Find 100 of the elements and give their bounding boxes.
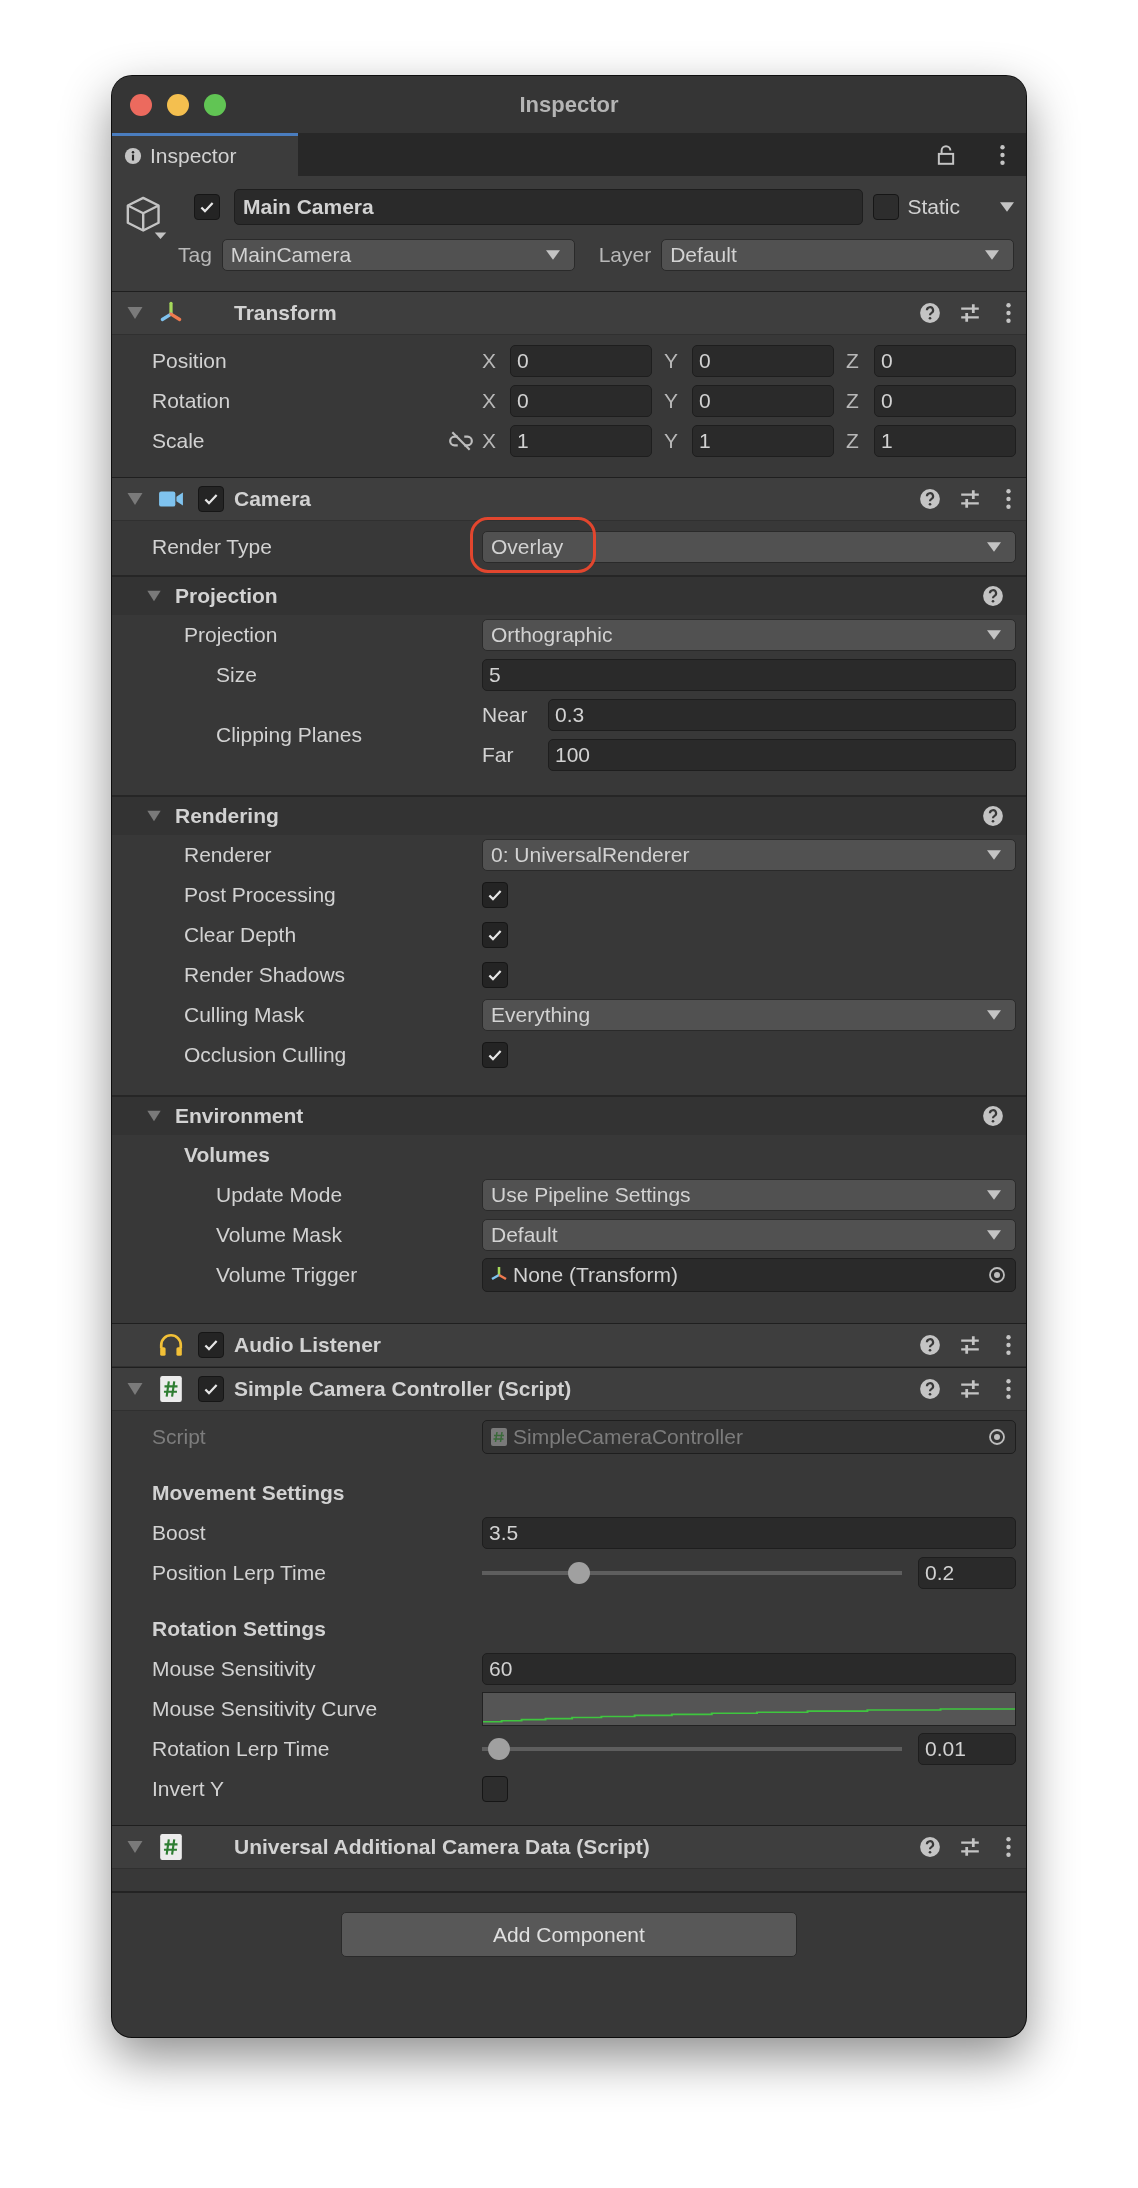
dropdown[interactable]: Everything — [482, 999, 1016, 1031]
help-icon[interactable] — [919, 302, 941, 324]
number-field[interactable]: 1 — [510, 425, 652, 457]
property-label: Near — [482, 703, 529, 727]
object-picker-icon[interactable] — [987, 1265, 1007, 1285]
foldout-arrow-icon[interactable] — [146, 1108, 162, 1124]
number-field[interactable]: 0.01 — [918, 1733, 1016, 1765]
tag-dropdown[interactable]: MainCamera — [221, 239, 575, 271]
caret-icon — [545, 250, 560, 260]
axis-label: Y — [664, 349, 679, 373]
checkbox[interactable] — [482, 1042, 508, 1068]
section-title[interactable]: Projection — [175, 584, 278, 608]
checkbox[interactable] — [482, 922, 508, 948]
property-label: Position Lerp Time — [152, 1561, 326, 1585]
number-field[interactable]: 0 — [692, 385, 834, 417]
foldout-arrow-icon[interactable] — [146, 808, 162, 824]
minimize-button[interactable] — [167, 94, 189, 116]
lock-icon[interactable] — [935, 143, 957, 166]
static-checkbox[interactable] — [873, 194, 900, 220]
number-field[interactable]: 5 — [482, 659, 1016, 691]
object-field[interactable]: None (Transform) — [482, 1258, 1016, 1292]
help-icon[interactable] — [982, 805, 1004, 827]
component-header[interactable]: Audio Listener — [112, 1323, 1026, 1367]
number-field[interactable]: 1 — [692, 425, 834, 457]
group-heading: Movement Settings — [151, 1481, 345, 1505]
checkbox[interactable] — [482, 882, 508, 908]
axis-label: Z — [846, 389, 860, 413]
property-label: Culling Mask — [184, 1003, 305, 1027]
enable-checkbox[interactable] — [198, 486, 224, 512]
property-label: Clipping Planes — [216, 723, 362, 747]
group-heading: Volumes — [183, 1143, 270, 1167]
help-icon[interactable] — [982, 1105, 1004, 1127]
property-label: Size — [216, 663, 257, 687]
number-field[interactable]: 0 — [510, 345, 652, 377]
component-header[interactable]: Camera — [112, 477, 1026, 521]
more-options-icon[interactable] — [1005, 1378, 1012, 1400]
caret-icon — [987, 1190, 1001, 1200]
more-options-icon[interactable] — [1005, 488, 1012, 510]
more-options-icon[interactable] — [1005, 1334, 1012, 1356]
group-heading: Rotation Settings — [151, 1617, 326, 1641]
name-field[interactable]: Main Camera — [234, 189, 864, 225]
property-label: Invert Y — [152, 1777, 224, 1801]
active-checkbox[interactable] — [194, 194, 220, 220]
presets-icon[interactable] — [959, 488, 981, 510]
broken-chain-icon[interactable] — [448, 430, 474, 452]
presets-icon[interactable] — [959, 302, 981, 324]
component-header[interactable]: Universal Additional Camera Data (Script) — [112, 1825, 1026, 1869]
property-label: Rotation Lerp Time — [152, 1737, 330, 1761]
slider-thumb[interactable] — [488, 1738, 511, 1760]
presets-icon[interactable] — [959, 1334, 981, 1356]
axis-label: Y — [664, 429, 679, 453]
caret-icon — [987, 850, 1001, 860]
component-header[interactable]: Simple Camera Controller (Script) — [112, 1367, 1026, 1411]
caret-icon — [987, 542, 1001, 552]
add-component-button[interactable]: Add Component — [341, 1912, 797, 1957]
help-icon[interactable] — [919, 1334, 941, 1356]
presets-icon[interactable] — [959, 1836, 981, 1858]
dropdown[interactable]: 0: UniversalRenderer — [482, 839, 1016, 871]
number-field[interactable]: 3.5 — [482, 1517, 1016, 1549]
slider-thumb[interactable] — [568, 1562, 591, 1584]
inspector-tab[interactable]: Inspector — [112, 133, 298, 176]
number-field[interactable]: 100 — [548, 739, 1016, 771]
caret-icon[interactable] — [1000, 202, 1014, 212]
dropdown[interactable]: Default — [482, 1219, 1016, 1251]
component-title: Universal Additional Camera Data (Script) — [234, 1835, 650, 1859]
more-options-icon[interactable] — [999, 143, 1006, 166]
help-icon[interactable] — [919, 1836, 941, 1858]
component-header[interactable]: Transform — [112, 291, 1026, 335]
layer-dropdown[interactable]: Default — [661, 239, 1014, 271]
number-field[interactable]: 1 — [874, 425, 1016, 457]
checkbox[interactable] — [482, 1776, 508, 1802]
number-field[interactable]: 60 — [482, 1653, 1016, 1685]
dropdown[interactable]: Orthographic — [482, 619, 1016, 651]
axis-label: Z — [846, 349, 860, 373]
help-icon[interactable] — [982, 585, 1004, 607]
close-button[interactable] — [130, 94, 152, 116]
checkbox[interactable] — [482, 962, 508, 988]
number-field[interactable]: 0 — [874, 345, 1016, 377]
dropdown[interactable]: Use Pipeline Settings — [482, 1179, 1016, 1211]
property-label: Script — [152, 1425, 206, 1449]
help-icon[interactable] — [919, 1378, 941, 1400]
help-icon[interactable] — [919, 488, 941, 510]
window-title: Inspector — [519, 91, 619, 118]
number-field[interactable]: 0.3 — [548, 699, 1016, 731]
property-label: Mouse Sensitivity — [152, 1657, 316, 1681]
zoom-button[interactable] — [204, 94, 226, 116]
more-options-icon[interactable] — [1005, 1836, 1012, 1858]
number-field[interactable]: 0 — [692, 345, 834, 377]
more-options-icon[interactable] — [1005, 302, 1012, 324]
number-field[interactable]: 0 — [510, 385, 652, 417]
enable-checkbox[interactable] — [198, 1332, 224, 1358]
number-field[interactable]: 0.2 — [918, 1557, 1016, 1589]
section-title[interactable]: Environment — [175, 1104, 304, 1128]
enable-checkbox[interactable] — [198, 1376, 224, 1402]
dropdown[interactable]: Overlay — [482, 531, 1016, 563]
presets-icon[interactable] — [959, 1378, 981, 1400]
section-title[interactable]: Rendering — [175, 804, 279, 828]
curve-field[interactable] — [482, 1692, 1016, 1726]
foldout-arrow-icon[interactable] — [146, 588, 162, 604]
number-field[interactable]: 0 — [874, 385, 1016, 417]
